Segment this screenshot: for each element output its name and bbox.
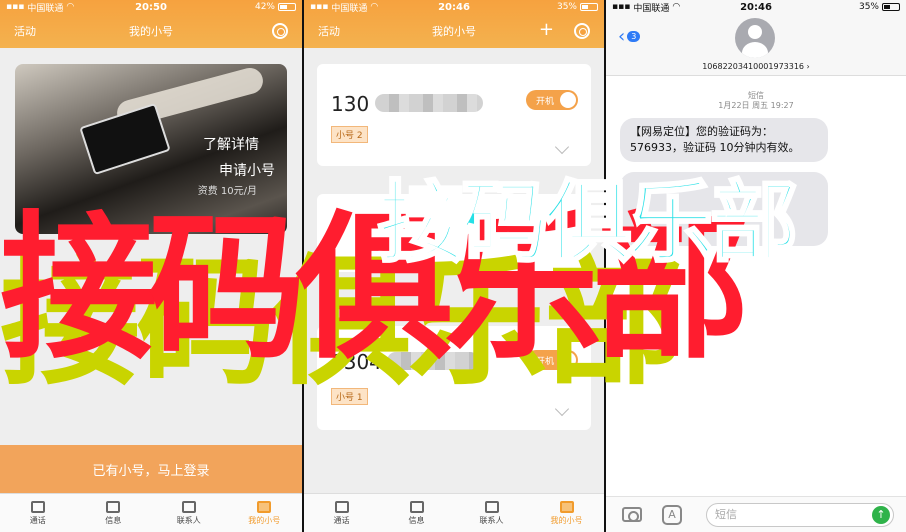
message-bubble-hidden <box>620 172 828 246</box>
phone-icon <box>30 500 45 513</box>
wifi-icon: ◠ <box>672 2 681 12</box>
camera-icon[interactable] <box>622 507 642 522</box>
tab-bar: 通话 信息 联系人 我的小号 <box>0 493 302 532</box>
tab-label: 联系人 <box>479 515 504 525</box>
unread-badge: 3 <box>627 31 641 42</box>
number-card[interactable]: 1304 开机 小号 1 <box>317 326 591 430</box>
login-button[interactable]: 已有小号，马上登录 <box>0 445 302 493</box>
tab-label: 信息 <box>408 515 425 525</box>
status-bar: ▪▪▪ 中国联通 ◠ 20:46 35% <box>606 0 906 14</box>
toggle-label: 开机 <box>536 96 555 107</box>
power-toggle[interactable]: 开机 <box>526 350 578 370</box>
battery-icon <box>580 3 598 11</box>
app-store-icon[interactable]: A <box>662 505 682 525</box>
banner-apply-text: 申请小号 <box>219 163 275 179</box>
power-toggle[interactable]: 开机 <box>526 90 578 110</box>
app-screen-1: ▪▪▪ 中国联通 ◠ 20:50 42% 活动 我的小号 了解详情 申请小号 资费 … <box>0 0 302 532</box>
wifi-icon: ◠ <box>370 2 379 12</box>
tab-contacts[interactable]: 联系人 <box>151 494 227 532</box>
battery-icon <box>278 3 296 11</box>
add-icon[interactable]: + <box>539 20 554 40</box>
signal-icon: ▪▪▪ <box>612 2 631 12</box>
contacts-icon <box>484 500 499 513</box>
tab-label: 通话 <box>29 515 46 525</box>
activity-link[interactable]: 活动 <box>318 23 340 39</box>
phone-number-redacted <box>375 94 483 112</box>
banner-details-link[interactable]: 了解详情 <box>203 134 259 154</box>
my-number-icon <box>559 500 574 513</box>
toggle-knob <box>560 92 576 108</box>
toggle-label: 开机 <box>536 356 555 367</box>
page-title: 我的小号 <box>129 25 173 38</box>
tab-label: 我的小号 <box>550 515 583 525</box>
number-tag: 小号 1 <box>331 388 368 405</box>
phone-number-prefix: 1304 <box>331 350 382 374</box>
number-card[interactable]: 130 开机 小号 2 <box>317 64 591 166</box>
tab-label: 我的小号 <box>248 515 281 525</box>
back-button[interactable]: ‹ 3 <box>618 26 641 47</box>
app-screen-2: ▪▪▪ 中国联通 ◠ 20:46 35% 活动 我的小号 + 130 开机 小号 2… <box>304 0 604 532</box>
tab-messages[interactable]: 信息 <box>76 494 152 532</box>
nav-bar: 活动 我的小号 <box>0 14 302 48</box>
send-arrow-icon[interactable]: ↑ <box>872 506 890 524</box>
avatar[interactable] <box>735 18 775 58</box>
phone-number-prefix: 130 <box>331 92 370 116</box>
wifi-icon: ◠ <box>66 2 75 12</box>
input-placeholder: 短信 <box>715 508 737 521</box>
chevron-left-icon: ‹ <box>618 26 626 47</box>
message-icon <box>409 500 424 513</box>
phone-number-redacted <box>387 352 479 370</box>
tab-calls[interactable]: 通话 <box>304 494 379 532</box>
message-icon <box>106 500 121 513</box>
battery-percent: 42% <box>254 2 275 12</box>
contacts-icon <box>181 500 196 513</box>
tab-contacts[interactable]: 联系人 <box>454 494 529 532</box>
signal-icon: ▪▪▪ <box>6 2 25 12</box>
message-input[interactable]: 短信 ↑ <box>706 503 894 527</box>
battery-percent: 35% <box>556 2 577 12</box>
tab-calls[interactable]: 通话 <box>0 494 76 532</box>
signal-icon: ▪▪▪ <box>310 2 329 12</box>
sms-screen: ▪▪▪ 中国联通 ◠ 20:46 35% ‹ 3 106822034100019733… <box>606 0 906 532</box>
banner-price-text: 资费 10元/月 <box>197 186 257 197</box>
gear-icon[interactable] <box>574 23 590 39</box>
message-timestamp: 1月22日 周五 19:27 <box>718 101 794 110</box>
carrier-label: 中国联通 <box>27 3 64 14</box>
sms-header: ▪▪▪ 中国联通 ◠ 20:46 35% ‹ 3 106822034100019733… <box>606 0 906 76</box>
carrier-label: 中国联通 <box>331 3 368 14</box>
number-card-hidden <box>317 194 591 272</box>
gear-icon[interactable] <box>272 23 288 39</box>
toggle-knob <box>560 352 576 368</box>
nav-bar: 活动 我的小号 + <box>304 14 604 48</box>
number-tag: 小号 2 <box>331 126 368 143</box>
phone-icon <box>334 500 349 513</box>
banner-image-phone <box>79 102 171 176</box>
my-number-icon <box>257 500 272 513</box>
tab-label: 信息 <box>105 515 122 525</box>
status-bar: ▪▪▪ 中国联通 ◠ 20:50 42% <box>0 0 302 14</box>
battery-icon <box>882 3 900 11</box>
tab-label: 联系人 <box>176 515 201 525</box>
battery-percent: 35% <box>858 2 879 12</box>
chevron-down-icon[interactable] <box>554 401 570 417</box>
message-bubble[interactable]: 【网易定位】您的验证码为：576933，验证码 10分钟内有效。 <box>620 118 828 162</box>
promo-banner[interactable]: 了解详情 申请小号 资费 10元/月 <box>15 64 287 234</box>
chevron-down-icon[interactable] <box>554 139 570 155</box>
tab-my-number[interactable]: 我的小号 <box>227 494 303 532</box>
tab-label: 通话 <box>333 515 350 525</box>
compose-bar: A 短信 ↑ <box>606 496 906 532</box>
sender-number[interactable]: 10682203410001973316 › <box>606 62 906 71</box>
activity-link[interactable]: 活动 <box>14 23 36 39</box>
tab-my-number[interactable]: 我的小号 <box>529 494 604 532</box>
tab-bar: 通话 信息 联系人 我的小号 <box>304 493 604 532</box>
page-title: 我的小号 <box>432 25 476 38</box>
tab-messages[interactable]: 信息 <box>379 494 454 532</box>
carrier-label: 中国联通 <box>633 3 670 14</box>
status-bar: ▪▪▪ 中国联通 ◠ 20:46 35% <box>304 0 604 14</box>
